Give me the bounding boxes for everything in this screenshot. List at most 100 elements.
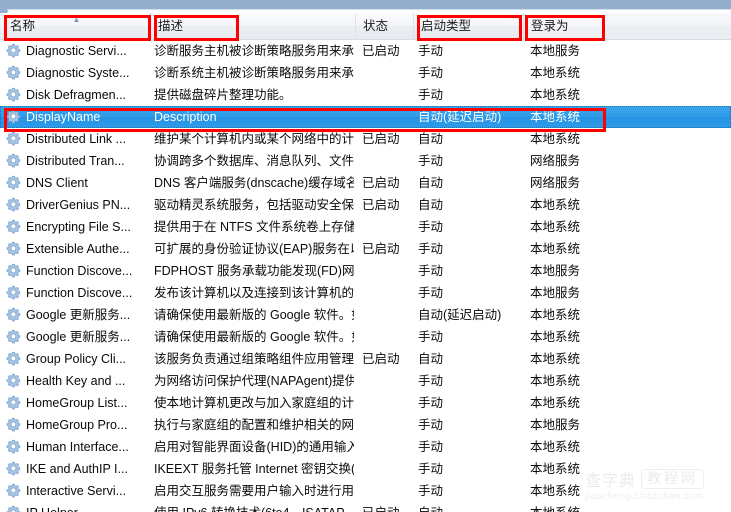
table-row[interactable]: Diagnostic Servi... 诊断服务主机被诊断策略服务用来承载... 已…: [0, 40, 731, 62]
cell-name: Extensible Authe...: [26, 242, 130, 256]
cell-start_type: 自动(延迟启动): [418, 110, 502, 124]
cell-name: DisplayName: [26, 110, 101, 124]
table-row[interactable]: DriverGenius PN... 驱动精灵系统服务，包括驱动安全保护... 已启…: [0, 194, 731, 216]
cell-status: [362, 436, 410, 458]
table-row[interactable]: IP Helper 使用 IPv6 转换技术(6to4、ISATAP、... 已启动…: [0, 502, 731, 512]
service-gear-icon: [6, 483, 22, 499]
table-row[interactable]: Encrypting File S... 提供用于在 NTFS 文件系统卷上存储加…: [0, 216, 731, 238]
cell-start_type: 手动: [418, 154, 444, 168]
cell-status: [362, 480, 410, 502]
table-row[interactable]: Extensible Authe... 可扩展的身份验证协议(EAP)服务在以..…: [0, 238, 731, 260]
column-header-status[interactable]: 状态: [356, 13, 414, 39]
column-header-label: 状态: [363, 19, 389, 33]
column-header-row: 名称 ▲ 描述 状态 启动类型 登录为: [0, 13, 731, 40]
service-gear-icon: [6, 373, 22, 389]
cell-log_on_as: 网络服务: [530, 176, 581, 190]
cell-status: [362, 370, 410, 392]
table-row[interactable]: Disk Defragmen... 提供磁盘碎片整理功能。 手动 本地系统: [0, 84, 731, 106]
cell-description: DNS 客户端服务(dnscache)缓存域名...: [154, 176, 354, 190]
services-list-window: 名称 ▲ 描述 状态 启动类型 登录为 Diagnostic Servi... 诊断服务主机…: [0, 0, 731, 512]
cell-description: 启用对智能界面设备(HID)的通用输入...: [154, 440, 354, 454]
cell-status: 已启动: [362, 242, 400, 256]
cell-status: 已启动: [362, 132, 400, 146]
cell-name: Group Policy Cli...: [26, 352, 127, 366]
cell-status: 已启动: [362, 198, 400, 212]
table-row[interactable]: Google 更新服务... 请确保使用最新版的 Google 软件。如... 手动…: [0, 326, 731, 348]
service-gear-icon: [6, 461, 22, 477]
column-header-label: 名称: [10, 19, 36, 33]
cell-status: [362, 326, 410, 348]
cell-log_on_as: 本地系统: [530, 110, 581, 124]
column-header-label: 登录为: [531, 19, 569, 33]
cell-name: Distributed Link ...: [26, 132, 127, 146]
table-row[interactable]: Google 更新服务... 请确保使用最新版的 Google 软件。如... 自动…: [0, 304, 731, 326]
cell-status: [362, 282, 410, 304]
table-row[interactable]: Interactive Servi... 启用交互服务需要用户输入时进行用户...…: [0, 480, 731, 502]
table-row[interactable]: Distributed Tran... 协调跨多个数据库、消息队列、文件系... 手…: [0, 150, 731, 172]
table-row[interactable]: Group Policy Cli... 该服务负责通过组策略组件应用管理员... 已…: [0, 348, 731, 370]
column-header-description[interactable]: 描述: [151, 13, 356, 39]
cell-name: Encrypting File S...: [26, 220, 131, 234]
cell-start_type: 自动: [418, 176, 444, 190]
cell-status: 已启动: [362, 176, 400, 190]
cell-start_type: 手动: [418, 242, 444, 256]
table-row[interactable]: Health Key and ... 为网络访问保护代理(NAPAgent)提供 …: [0, 370, 731, 392]
cell-name: Distributed Tran...: [26, 154, 125, 168]
column-header-log_on_as[interactable]: 登录为: [524, 13, 606, 39]
table-row[interactable]: Distributed Link ... 维护某个计算机内或某个网络中的计算...…: [0, 128, 731, 150]
table-row[interactable]: Diagnostic Syste... 诊断系统主机被诊断策略服务用来承载... 手…: [0, 62, 731, 84]
cell-name: Diagnostic Syste...: [26, 66, 130, 80]
service-gear-icon: [6, 219, 22, 235]
cell-name: Human Interface...: [26, 440, 129, 454]
cell-name: Disk Defragmen...: [26, 88, 127, 102]
table-row-selected[interactable]: DisplayName Description 自动(延迟启动) 本地系统: [0, 106, 731, 128]
table-row[interactable]: Function Discove... 发布该计算机以及连接到该计算机的资... 手…: [0, 282, 731, 304]
cell-log_on_as: 本地系统: [530, 484, 581, 498]
services-list-body[interactable]: Diagnostic Servi... 诊断服务主机被诊断策略服务用来承载... 已…: [0, 40, 731, 512]
cell-log_on_as: 本地服务: [530, 44, 581, 58]
service-gear-icon: [6, 109, 22, 125]
cell-start_type: 自动: [418, 198, 444, 212]
table-row[interactable]: HomeGroup List... 使本地计算机更改与加入家庭组的计算... 手动 本…: [0, 392, 731, 414]
cell-status: [362, 216, 410, 238]
cell-status: 已启动: [362, 502, 410, 512]
cell-status: [362, 84, 410, 106]
service-gear-icon: [6, 505, 22, 512]
cell-log_on_as: 本地系统: [530, 330, 581, 344]
cell-log_on_as: 本地系统: [530, 352, 581, 366]
service-gear-icon: [6, 87, 22, 103]
table-row[interactable]: HomeGroup Pro... 执行与家庭组的配置和维护相关的网络... 手动 本地…: [0, 414, 731, 436]
cell-start_type: 手动: [418, 44, 444, 58]
window-chrome-edge: [7, 9, 731, 10]
table-row[interactable]: Human Interface... 启用对智能界面设备(HID)的通用输入...…: [0, 436, 731, 458]
cell-status: [362, 304, 410, 326]
cell-start_type: 手动: [418, 462, 444, 476]
column-header-start_type[interactable]: 启动类型: [414, 13, 524, 39]
cell-log_on_as: 本地系统: [530, 220, 581, 234]
service-gear-icon: [6, 175, 22, 191]
table-row[interactable]: Function Discove... FDPHOST 服务承载功能发现(FD)网…: [0, 260, 731, 282]
table-row[interactable]: IKE and AuthIP I... IKEEXT 服务托管 Internet …: [0, 458, 731, 480]
cell-description: 为网络访问保护代理(NAPAgent)提供 ...: [154, 374, 354, 388]
cell-start_type: 自动: [418, 502, 522, 512]
service-gear-icon: [6, 439, 22, 455]
table-row[interactable]: DNS Client DNS 客户端服务(dnscache)缓存域名... 已启动 自…: [0, 172, 731, 194]
cell-description: 该服务负责通过组策略组件应用管理员...: [154, 352, 354, 366]
cell-log_on_as: 本地系统: [530, 462, 581, 476]
service-gear-icon: [6, 263, 22, 279]
cell-start_type: 手动: [418, 440, 444, 454]
cell-start_type: 自动: [418, 132, 444, 146]
column-header-name[interactable]: 名称 ▲: [3, 13, 151, 39]
cell-name: Function Discove...: [26, 286, 133, 300]
cell-status: [362, 260, 410, 282]
cell-start_type: 手动: [418, 418, 444, 432]
cell-log_on_as: 本地系统: [530, 132, 581, 146]
service-gear-icon: [6, 131, 22, 147]
cell-start_type: 手动: [418, 286, 444, 300]
cell-start_type: 手动: [418, 330, 444, 344]
cell-name: DriverGenius PN...: [26, 198, 131, 212]
cell-log_on_as: 本地系统: [530, 308, 581, 322]
cell-description: IKEEXT 服务托管 Internet 密钥交换(I...: [154, 462, 354, 476]
cell-name: Google 更新服务...: [26, 330, 131, 344]
column-header-label: 启动类型: [421, 19, 472, 33]
